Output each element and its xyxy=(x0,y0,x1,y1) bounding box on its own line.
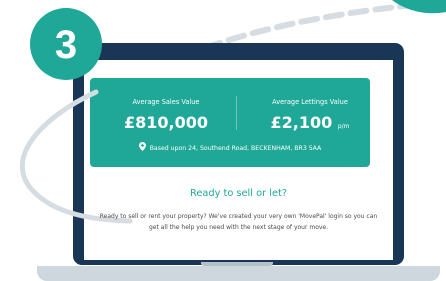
cta-heading: Ready to sell or let? xyxy=(189,188,288,199)
cta-body: Ready to sell or rent your property? We'… xyxy=(99,213,378,231)
swoosh-curve xyxy=(19,89,133,224)
